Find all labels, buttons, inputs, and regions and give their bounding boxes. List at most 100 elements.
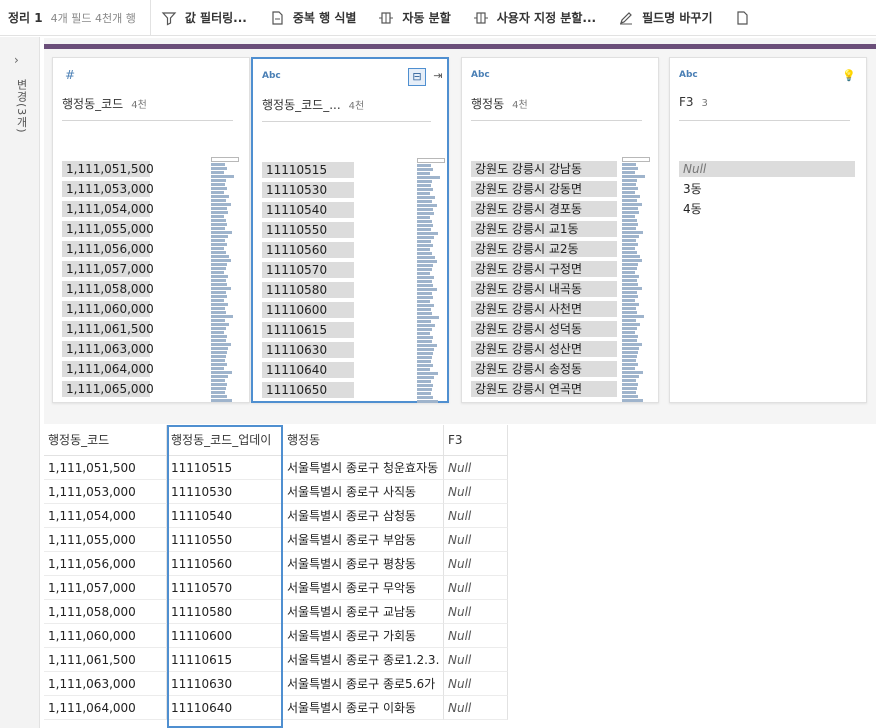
changes-panel[interactable]: › 변경(3개) bbox=[0, 37, 40, 728]
histogram-bar[interactable] bbox=[211, 395, 227, 398]
profile-card-f3[interactable]: Abc 💡 F3 3 Null 3동 4동 bbox=[669, 57, 867, 403]
histogram-bar[interactable] bbox=[622, 239, 636, 242]
value-row[interactable]: 1,111,054,000 bbox=[62, 199, 154, 219]
histogram-bar[interactable] bbox=[622, 339, 637, 342]
grid-cell[interactable]: 서울특별시 종로구 무악동 bbox=[283, 576, 444, 600]
grid-cell[interactable]: 11110570 bbox=[167, 576, 283, 600]
histogram-bar[interactable] bbox=[622, 327, 637, 330]
histogram-bar[interactable] bbox=[622, 283, 638, 286]
histogram-bar[interactable] bbox=[622, 267, 637, 270]
histogram-bar[interactable] bbox=[417, 228, 431, 231]
grid-cell[interactable]: Null bbox=[444, 672, 508, 696]
grid-cell[interactable]: 11110630 bbox=[167, 672, 283, 696]
histogram-bar[interactable] bbox=[622, 351, 638, 354]
histogram-bar[interactable] bbox=[211, 219, 226, 222]
histogram-bar[interactable] bbox=[622, 371, 643, 374]
histogram-bar[interactable] bbox=[417, 388, 432, 391]
value-row[interactable]: 11110630 bbox=[262, 340, 354, 360]
histogram-bar[interactable] bbox=[417, 312, 432, 315]
histogram-bar[interactable] bbox=[417, 204, 437, 207]
histogram-bar[interactable] bbox=[211, 347, 228, 350]
histogram-bar[interactable] bbox=[417, 212, 434, 215]
value-row[interactable]: 강원도 강릉시 교2동 bbox=[471, 239, 617, 259]
histogram-bar[interactable] bbox=[211, 287, 231, 290]
histogram-bar[interactable] bbox=[211, 303, 228, 306]
string-type-icon[interactable]: Abc bbox=[471, 70, 490, 80]
filter-values-button[interactable]: 값 필터링... bbox=[161, 9, 247, 26]
histogram-bar[interactable] bbox=[211, 179, 226, 182]
lightbulb-icon[interactable]: 💡 bbox=[842, 69, 856, 82]
histogram-bar[interactable] bbox=[211, 191, 224, 194]
value-row[interactable]: 4동 bbox=[679, 199, 706, 219]
histogram-bar[interactable] bbox=[211, 183, 225, 186]
grid-cell[interactable]: 1,111,053,000 bbox=[44, 480, 167, 504]
histogram-bar[interactable] bbox=[622, 255, 640, 258]
histogram-bar[interactable] bbox=[211, 343, 231, 346]
histogram-bar[interactable] bbox=[417, 360, 431, 363]
histogram-bar[interactable] bbox=[622, 355, 637, 358]
histogram-bar[interactable] bbox=[417, 364, 433, 367]
grid-cell[interactable]: 서울특별시 종로구 평창동 bbox=[283, 552, 444, 576]
grid-cell[interactable]: 서울특별시 종로구 종로5.6가 bbox=[283, 672, 444, 696]
grid-cell[interactable]: 1,111,056,000 bbox=[44, 552, 167, 576]
histogram-bar[interactable] bbox=[622, 343, 642, 346]
histogram-bar[interactable] bbox=[417, 304, 434, 307]
histogram-bar[interactable] bbox=[211, 223, 227, 226]
histogram-bar[interactable] bbox=[211, 307, 225, 310]
histogram-bar[interactable] bbox=[417, 332, 430, 335]
histogram-bar[interactable] bbox=[211, 227, 225, 230]
histogram-bar[interactable] bbox=[211, 235, 228, 238]
value-row[interactable]: 11110615 bbox=[262, 320, 354, 340]
histogram-bar[interactable] bbox=[622, 295, 638, 298]
grid-cell[interactable]: Null bbox=[444, 480, 508, 504]
histogram-bar[interactable] bbox=[417, 168, 433, 171]
histogram-bar[interactable] bbox=[417, 188, 433, 191]
profile-card-code-updated[interactable]: Abc ⊟ ⇥ 행정동_코드_... 4천 11110515 11110530 111… bbox=[251, 57, 449, 403]
histogram[interactable] bbox=[417, 158, 445, 404]
histogram-bar[interactable] bbox=[211, 371, 232, 374]
histogram-bar[interactable] bbox=[622, 207, 638, 210]
string-type-icon[interactable]: Abc bbox=[679, 70, 698, 80]
histogram-bar[interactable] bbox=[417, 176, 440, 179]
histogram-bar[interactable] bbox=[417, 376, 434, 379]
histogram-bar[interactable] bbox=[622, 359, 636, 362]
histogram-bar[interactable] bbox=[622, 203, 642, 206]
histogram-bar[interactable] bbox=[417, 208, 433, 211]
histogram-bar[interactable] bbox=[417, 348, 434, 351]
histogram-bar[interactable] bbox=[417, 164, 431, 167]
histogram-bar[interactable] bbox=[211, 243, 227, 246]
grid-cell[interactable]: 11110560 bbox=[167, 552, 283, 576]
histogram[interactable] bbox=[622, 157, 650, 403]
auto-split-button[interactable]: 자동 분할 bbox=[378, 9, 451, 26]
histogram-bar[interactable] bbox=[211, 195, 229, 198]
histogram-bar[interactable] bbox=[211, 315, 233, 318]
histogram-bar[interactable] bbox=[211, 271, 224, 274]
string-type-icon[interactable]: Abc bbox=[262, 71, 281, 81]
histogram-bar[interactable] bbox=[622, 335, 638, 338]
grid-cell[interactable]: Null bbox=[444, 576, 508, 600]
value-row[interactable]: 3동 bbox=[679, 179, 706, 199]
histogram-bar[interactable] bbox=[211, 399, 232, 402]
grid-cell[interactable]: Null bbox=[444, 696, 508, 720]
histogram-bar[interactable] bbox=[417, 256, 435, 259]
histogram-bar[interactable] bbox=[417, 344, 437, 347]
grid-cell[interactable]: 11110640 bbox=[167, 696, 283, 720]
histogram-bar[interactable] bbox=[211, 167, 227, 170]
histogram-bar[interactable] bbox=[622, 223, 638, 226]
histogram-bar[interactable] bbox=[417, 240, 431, 243]
histogram-bar[interactable] bbox=[622, 251, 637, 254]
histogram-bar[interactable] bbox=[622, 319, 636, 322]
histogram-bar[interactable] bbox=[417, 284, 433, 287]
histogram-bar[interactable] bbox=[622, 379, 636, 382]
histogram-bar[interactable] bbox=[417, 328, 432, 331]
histogram-bar[interactable] bbox=[417, 316, 439, 319]
histogram-bar[interactable] bbox=[622, 263, 638, 266]
histogram-bar[interactable] bbox=[417, 384, 433, 387]
grid-cell[interactable]: 11110540 bbox=[167, 504, 283, 528]
histogram-bar[interactable] bbox=[622, 163, 636, 166]
histogram-bar[interactable] bbox=[211, 239, 225, 242]
histogram-bar[interactable] bbox=[211, 203, 231, 206]
histogram-bar[interactable] bbox=[622, 299, 635, 302]
histogram-bar[interactable] bbox=[622, 315, 644, 318]
histogram-bar[interactable] bbox=[417, 356, 432, 359]
